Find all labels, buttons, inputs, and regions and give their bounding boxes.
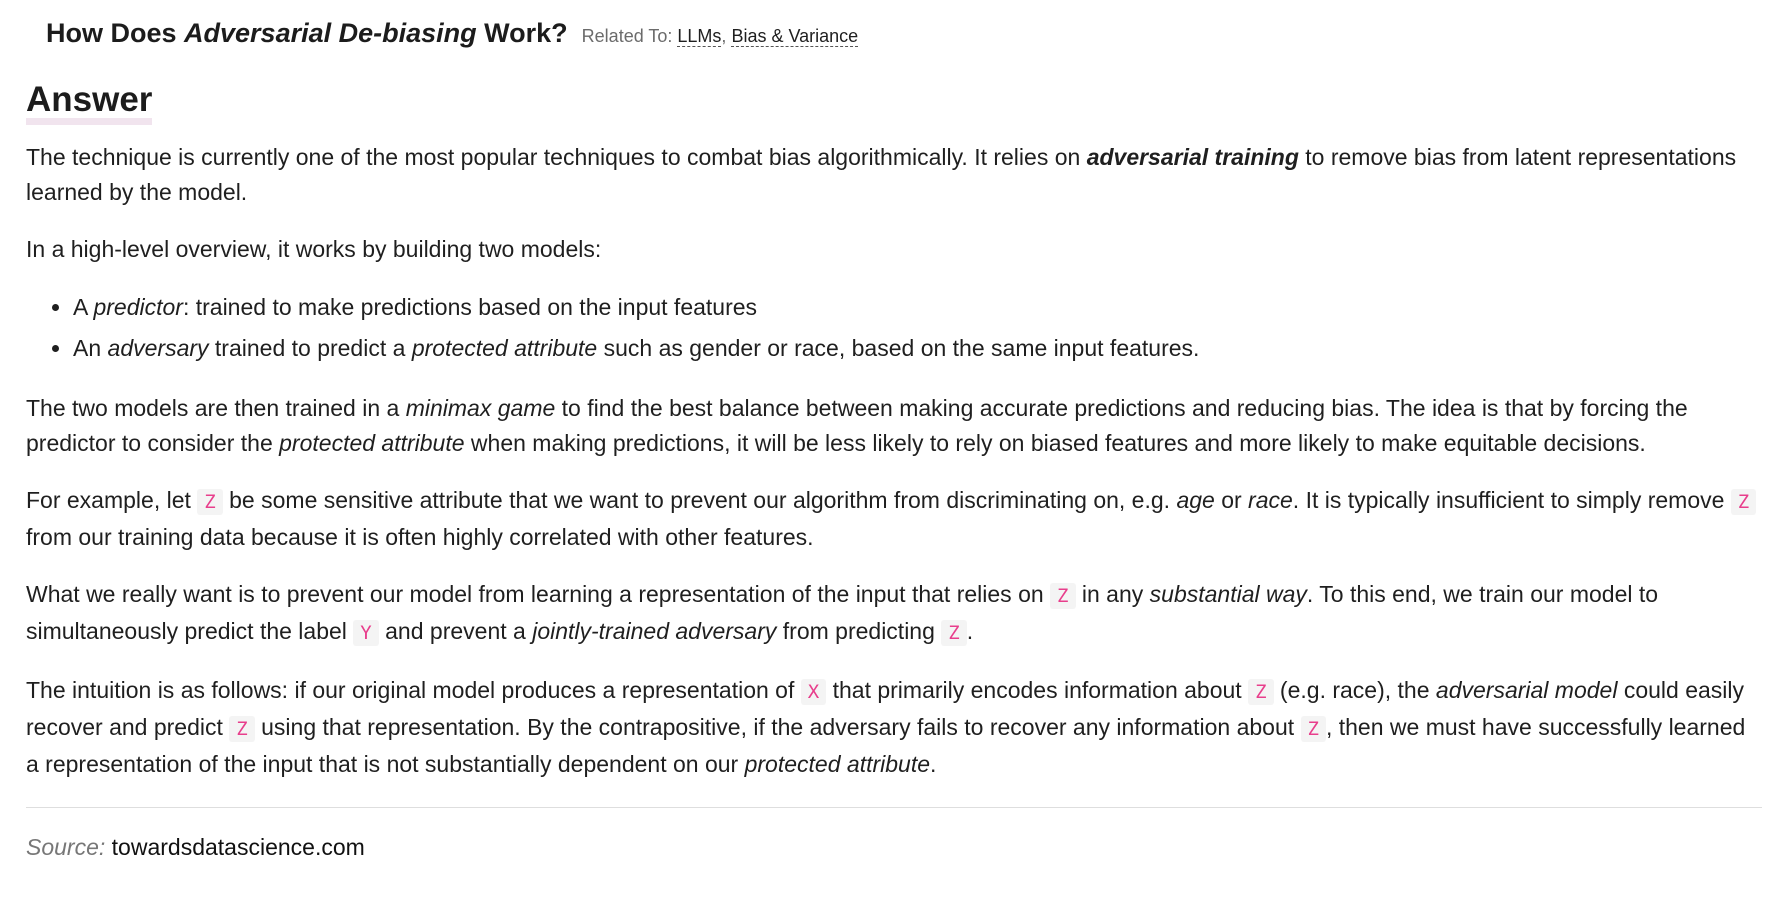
emphasis: protected attribute — [411, 335, 598, 361]
source-line: Source: towardsdatascience.com — [26, 834, 1762, 861]
text: : trained to make predictions based on t… — [182, 294, 758, 320]
divider — [26, 807, 1762, 808]
text: be some sensitive attribute that we want… — [222, 487, 1177, 513]
source-label: Source: — [26, 834, 106, 860]
text: An — [73, 335, 108, 361]
title-row: How Does Adversarial De-biasing Work? Re… — [26, 0, 1762, 52]
text: using that representation. By the contra… — [254, 714, 1301, 740]
emphasis: protected attribute — [744, 751, 931, 777]
paragraph-6: The intuition is as follows: if our orig… — [26, 673, 1762, 782]
related-link-llms[interactable]: LLMs — [677, 26, 722, 47]
text: . — [966, 618, 974, 644]
text: For example, let — [26, 487, 198, 513]
emphasis: substantial way — [1149, 581, 1307, 607]
emphasis: jointly-trained adversary — [532, 618, 777, 644]
related-label: Related To: — [581, 26, 678, 46]
related-link-bias-variance[interactable]: Bias & Variance — [731, 26, 859, 47]
paragraph-3: The two models are then trained in a min… — [26, 391, 1762, 461]
related-to: Related To: LLMs, Bias & Variance — [582, 26, 859, 47]
text: . — [930, 751, 937, 777]
emphasis: race — [1248, 487, 1293, 513]
text: from our training data because it is oft… — [26, 524, 814, 550]
text: trained to predict a — [208, 335, 412, 361]
text: when making predictions, it will be less… — [464, 430, 1646, 456]
emphasis: minimax game — [405, 395, 556, 421]
text: The technique is currently one of the mo… — [26, 144, 1087, 170]
text: What we really want is to prevent our mo… — [26, 581, 1051, 607]
inline-code: Y — [353, 620, 379, 646]
emphasis: adversarial model — [1435, 677, 1618, 703]
inline-code: Z — [1248, 679, 1274, 705]
text: . It is typically insufficient to simply… — [1292, 487, 1731, 513]
inline-code: X — [800, 679, 827, 705]
list-item: An adversary trained to predict a protec… — [73, 328, 1762, 369]
text: and prevent a — [378, 618, 533, 644]
text: or — [1214, 487, 1249, 513]
emphasis-strong: adversarial training — [1086, 144, 1299, 170]
text: in any — [1075, 581, 1150, 607]
text: A — [73, 294, 94, 320]
emphasis: age — [1176, 487, 1215, 513]
paragraph-2: In a high-level overview, it works by bu… — [26, 236, 602, 262]
source-value: towardsdatascience.com — [111, 834, 365, 860]
paragraph-1: The technique is currently one of the mo… — [26, 140, 1762, 210]
paragraph-5: What we really want is to prevent our mo… — [26, 577, 1762, 651]
text: (e.g. race), the — [1273, 677, 1436, 703]
inline-code: Z — [941, 620, 967, 646]
page: How Does Adversarial De-biasing Work? Re… — [0, 0, 1792, 861]
related-separator: , — [721, 26, 732, 46]
list-item: A predictor: trained to make predictions… — [73, 287, 1762, 328]
text: that primarily encodes information about — [826, 677, 1249, 703]
emphasis: protected attribute — [279, 430, 465, 456]
title-prefix: How Does — [46, 18, 185, 48]
emphasis: adversary — [107, 335, 209, 361]
question-title: How Does Adversarial De-biasing Work? — [46, 18, 568, 49]
text: The two models are then trained in a — [26, 395, 406, 421]
inline-code: Z — [1300, 716, 1326, 742]
models-list: A predictor: trained to make predictions… — [26, 287, 1762, 369]
inline-code: Z — [197, 489, 223, 515]
answer-heading: Answer — [26, 82, 153, 125]
text: from predicting — [776, 618, 942, 644]
emphasis: predictor — [93, 294, 183, 320]
title-suffix: Work? — [476, 18, 568, 48]
text: such as gender or race, based on the sam… — [597, 335, 1200, 361]
title-emphasis: Adversarial De-biasing — [184, 18, 477, 48]
paragraph-4: For example, let Z be some sensitive att… — [26, 483, 1762, 555]
text: The intuition is as follows: if our orig… — [26, 677, 801, 703]
inline-code: Z — [229, 716, 255, 742]
inline-code: Z — [1050, 583, 1076, 609]
inline-code: Z — [1730, 489, 1757, 515]
